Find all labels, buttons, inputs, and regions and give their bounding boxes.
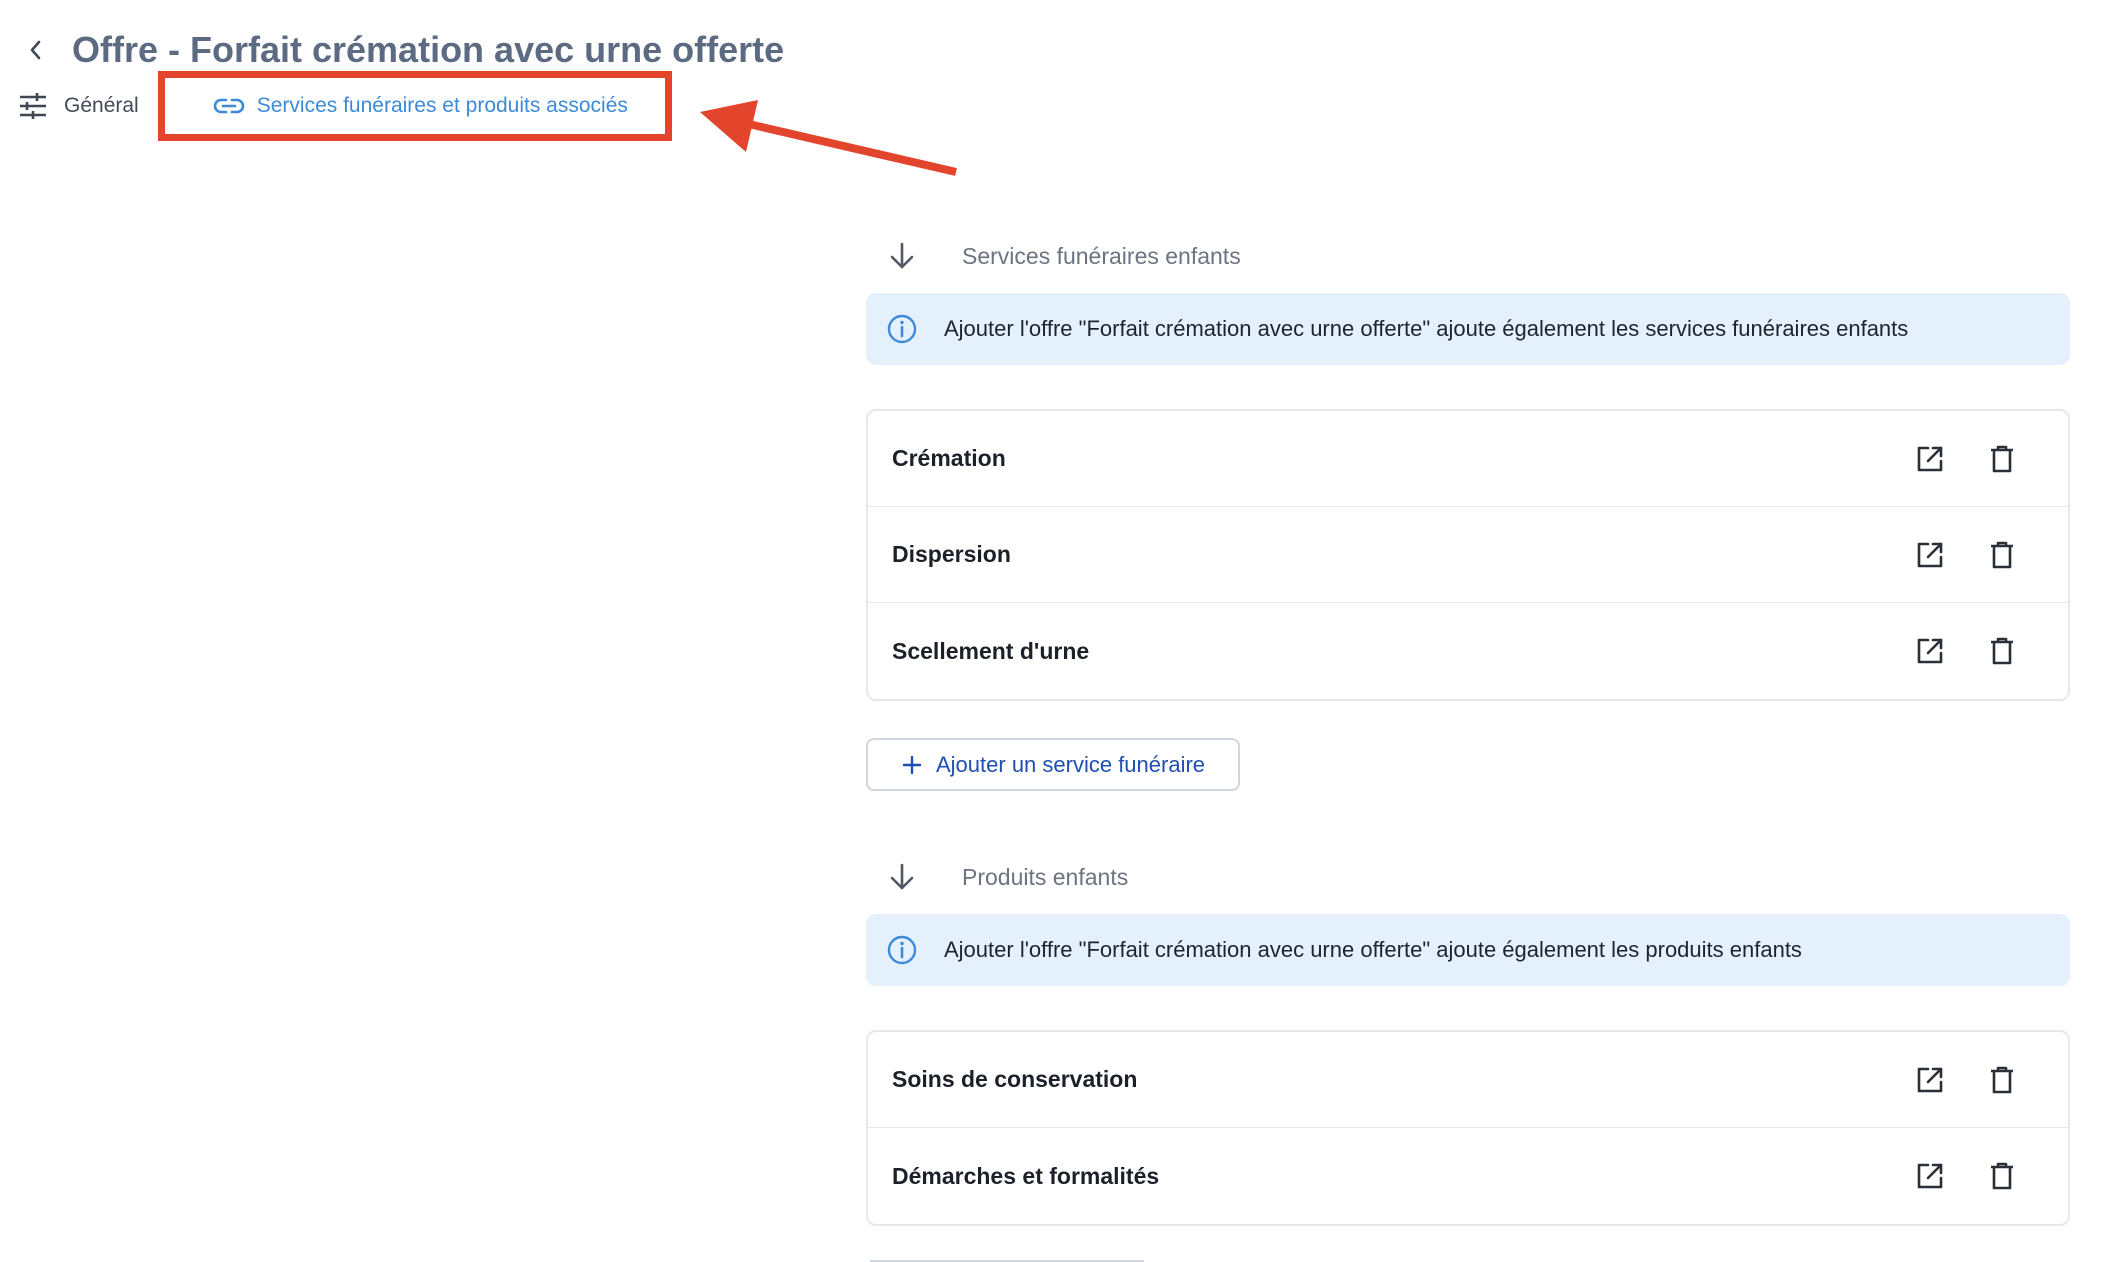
open-in-new-icon [1917,542,1943,567]
delete-button[interactable] [1984,537,2020,573]
services-list: Crémation Dispersion Scellement d'urne [866,409,2070,701]
open-in-new-icon [1917,1163,1943,1189]
info-icon [887,935,917,965]
open-link-button[interactable] [1912,1158,1948,1194]
list-item: Soins de conservation [868,1032,2068,1128]
list-item-label: Scellement d'urne [892,637,1090,664]
trash-icon [1991,1066,2013,1093]
open-link-button[interactable] [1912,1062,1948,1098]
list-item-label: Démarches et formalités [892,1162,1160,1189]
list-item-label: Dispersion [892,541,1011,567]
products-section-header: Produits enfants [866,857,2070,897]
list-item: Dispersion [868,507,2068,603]
products-section-title: Produits enfants [962,863,1129,890]
open-in-new-icon [1917,446,1943,471]
trash-icon [1991,1162,2013,1190]
products-info-text: Ajouter l'offre "Forfait crémation avec … [944,937,1802,962]
services-info-text: Ajouter l'offre "Forfait crémation avec … [944,316,1909,341]
main-content: Services funéraires enfants Ajouter l'of… [866,236,2070,1226]
services-section: Services funéraires enfants Ajouter l'of… [866,236,2070,791]
open-link-button[interactable] [1912,633,1948,669]
list-item-label: Crémation [892,445,1006,471]
trash-icon [1991,637,2013,665]
services-section-title: Services funéraires enfants [962,242,1241,269]
add-funeral-service-label: Ajouter un service funéraire [936,751,1206,777]
delete-button[interactable] [1984,1158,2020,1194]
services-section-header: Services funéraires enfants [866,236,2070,276]
open-in-new-icon [1917,1067,1943,1092]
arrow-down-icon [884,862,920,892]
services-info-banner: Ajouter l'offre "Forfait crémation avec … [866,293,2070,365]
plus-icon [902,755,922,774]
open-link-button[interactable] [1912,537,1948,573]
open-in-new-icon [1917,638,1943,664]
trash-icon [1991,541,2013,568]
trash-icon [1991,445,2013,472]
products-info-banner: Ajouter l'offre "Forfait crémation avec … [866,914,2070,986]
products-section: Produits enfants Ajouter l'offre "Forfai… [866,857,2070,1226]
info-icon [887,314,917,344]
annotation-arrow [700,100,957,176]
list-item-label: Soins de conservation [892,1066,1138,1092]
delete-button[interactable] [1984,1062,2020,1098]
list-item: Démarches et formalités [868,1128,2068,1224]
delete-button[interactable] [1984,633,2020,669]
list-item: Scellement d'urne [868,603,2068,699]
open-link-button[interactable] [1912,441,1948,477]
list-item: Crémation [868,411,2068,507]
arrow-down-icon [884,241,920,271]
add-funeral-service-button[interactable]: Ajouter un service funéraire [866,738,1240,791]
delete-button[interactable] [1984,441,2020,477]
products-list: Soins de conservation Démarches et forma… [866,1030,2070,1226]
